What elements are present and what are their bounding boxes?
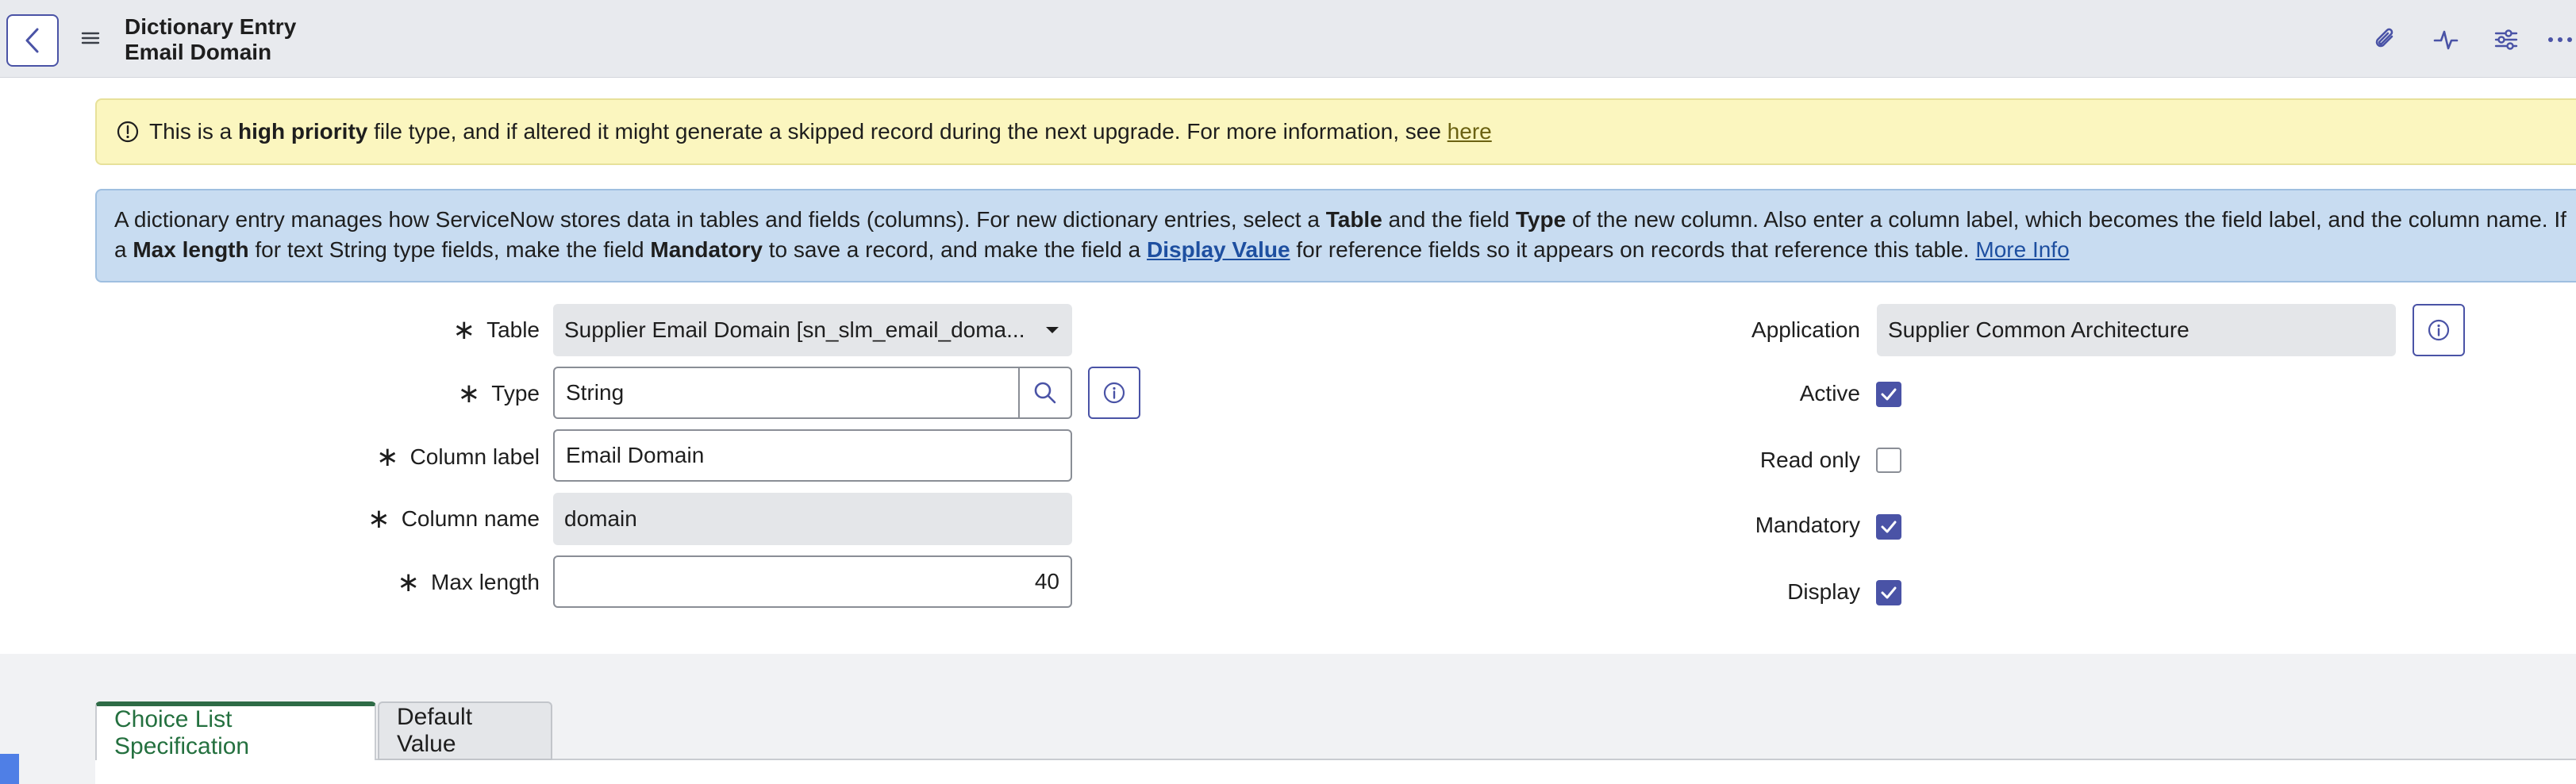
sliders-icon[interactable] [2490,24,2522,56]
column-label-label-text: Column label [409,444,540,469]
tab-panel [95,760,2576,784]
display-value-link[interactable]: Display Value [1147,237,1290,262]
required-icon: ∗ [457,379,481,409]
dictionary-info-banner: A dictionary entry manages how ServiceNo… [95,189,2576,282]
info-circle-icon [2428,319,2450,341]
column-label-label: ∗ Column label [302,432,540,482]
more-icon[interactable] [2544,24,2576,56]
info-line-1: A dictionary entry manages how ServiceNo… [114,205,2576,235]
display-checkbox[interactable] [1876,580,1901,605]
read-only-checkbox[interactable] [1876,448,1901,473]
tab-choice-list-specification[interactable]: Choice List Specification [95,701,376,760]
required-icon: ∗ [397,567,421,598]
table-value: Supplier Email Domain [sn_slm_email_doma… [564,317,1025,342]
tab-default-value[interactable]: Default Value [378,701,552,760]
warning-emphasis: high priority [238,119,368,144]
info-bold-mandatory: Mandatory [650,237,763,262]
application-value: Supplier Common Architecture [1888,317,2190,342]
checkmark-icon [1881,521,1897,533]
info-circle-icon [1103,382,1125,404]
caret-down-icon [1046,327,1059,333]
display-label: Display [1787,579,1860,604]
active-label: Active [1799,381,1860,405]
table-label: ∗ Table [302,305,540,355]
required-icon: ∗ [367,504,390,534]
required-icon: ∗ [376,442,399,472]
type-label-text: Type [491,381,540,405]
application-field: Supplier Common Architecture [1877,304,2396,356]
table-label-text: Table [486,317,540,342]
hamburger-menu-icon[interactable] [79,27,102,49]
column-name-field: domain [553,493,1072,545]
info-bold-type: Type [1515,207,1567,232]
info-line-2: a Max length for text String type fields… [114,235,2576,265]
page-title: Dictionary Entry [125,14,297,39]
table-select[interactable]: Supplier Email Domain [sn_slm_email_doma… [553,304,1072,356]
warning-text-rest: file type, and if altered it might gener… [367,119,1448,144]
info-bold-max-length: Max length [133,237,249,262]
column-name-value: domain [564,506,637,531]
column-label-input[interactable]: Email Domain [553,429,1072,482]
info-text: and the field [1382,207,1516,232]
warning-here-link[interactable]: here [1448,119,1492,144]
mandatory-label: Mandatory [1755,513,1860,537]
active-checkbox[interactable] [1876,382,1901,407]
form-header [0,0,2576,78]
read-only-label: Read only [1759,448,1860,472]
type-label: ∗ Type [302,368,540,419]
type-value: String [566,380,625,405]
type-info-button[interactable] [1088,367,1140,419]
high-priority-warning-banner: This is a high priority file type, and i… [95,98,2576,165]
type-input[interactable]: String [553,367,1020,419]
chevron-left-icon [25,28,39,53]
column-name-label: ∗ Column name [302,494,540,544]
checkmark-icon [1881,586,1897,599]
info-text: for text String type fields, make the fi… [248,237,651,262]
application-label: Application [1751,317,1860,342]
info-circle-icon [117,121,139,143]
more-info-link[interactable]: More Info [1975,237,2069,262]
info-text: for reference fields so it appears on re… [1290,237,1976,262]
record-name: Email Domain [125,40,272,64]
mandatory-checkbox[interactable] [1876,514,1901,540]
checkmark-icon [1881,388,1897,401]
info-text: A dictionary entry manages how ServiceNo… [114,207,1326,232]
back-button[interactable] [6,14,59,67]
max-length-input[interactable]: 40 [553,555,1072,608]
application-info-button[interactable] [2413,304,2465,356]
max-length-label: ∗ Max length [302,557,540,608]
warning-text: This is a [149,119,239,144]
info-text: of the new column. Also enter a column l… [1566,207,2566,232]
column-name-label-text: Column name [401,506,540,531]
required-icon: ∗ [452,315,476,345]
type-lookup-button[interactable] [1018,367,1072,419]
max-length-value: 40 [1034,569,1059,594]
max-length-label-text: Max length [431,570,540,594]
corner-indicator [0,754,19,784]
search-icon [1034,382,1056,404]
column-label-value: Email Domain [566,443,705,467]
paperclip-icon[interactable] [2370,24,2401,56]
info-text: to save a record, and make the field a [762,237,1148,262]
info-text: a [114,237,133,262]
info-bold-table: Table [1325,207,1382,232]
activity-icon[interactable] [2430,24,2462,56]
